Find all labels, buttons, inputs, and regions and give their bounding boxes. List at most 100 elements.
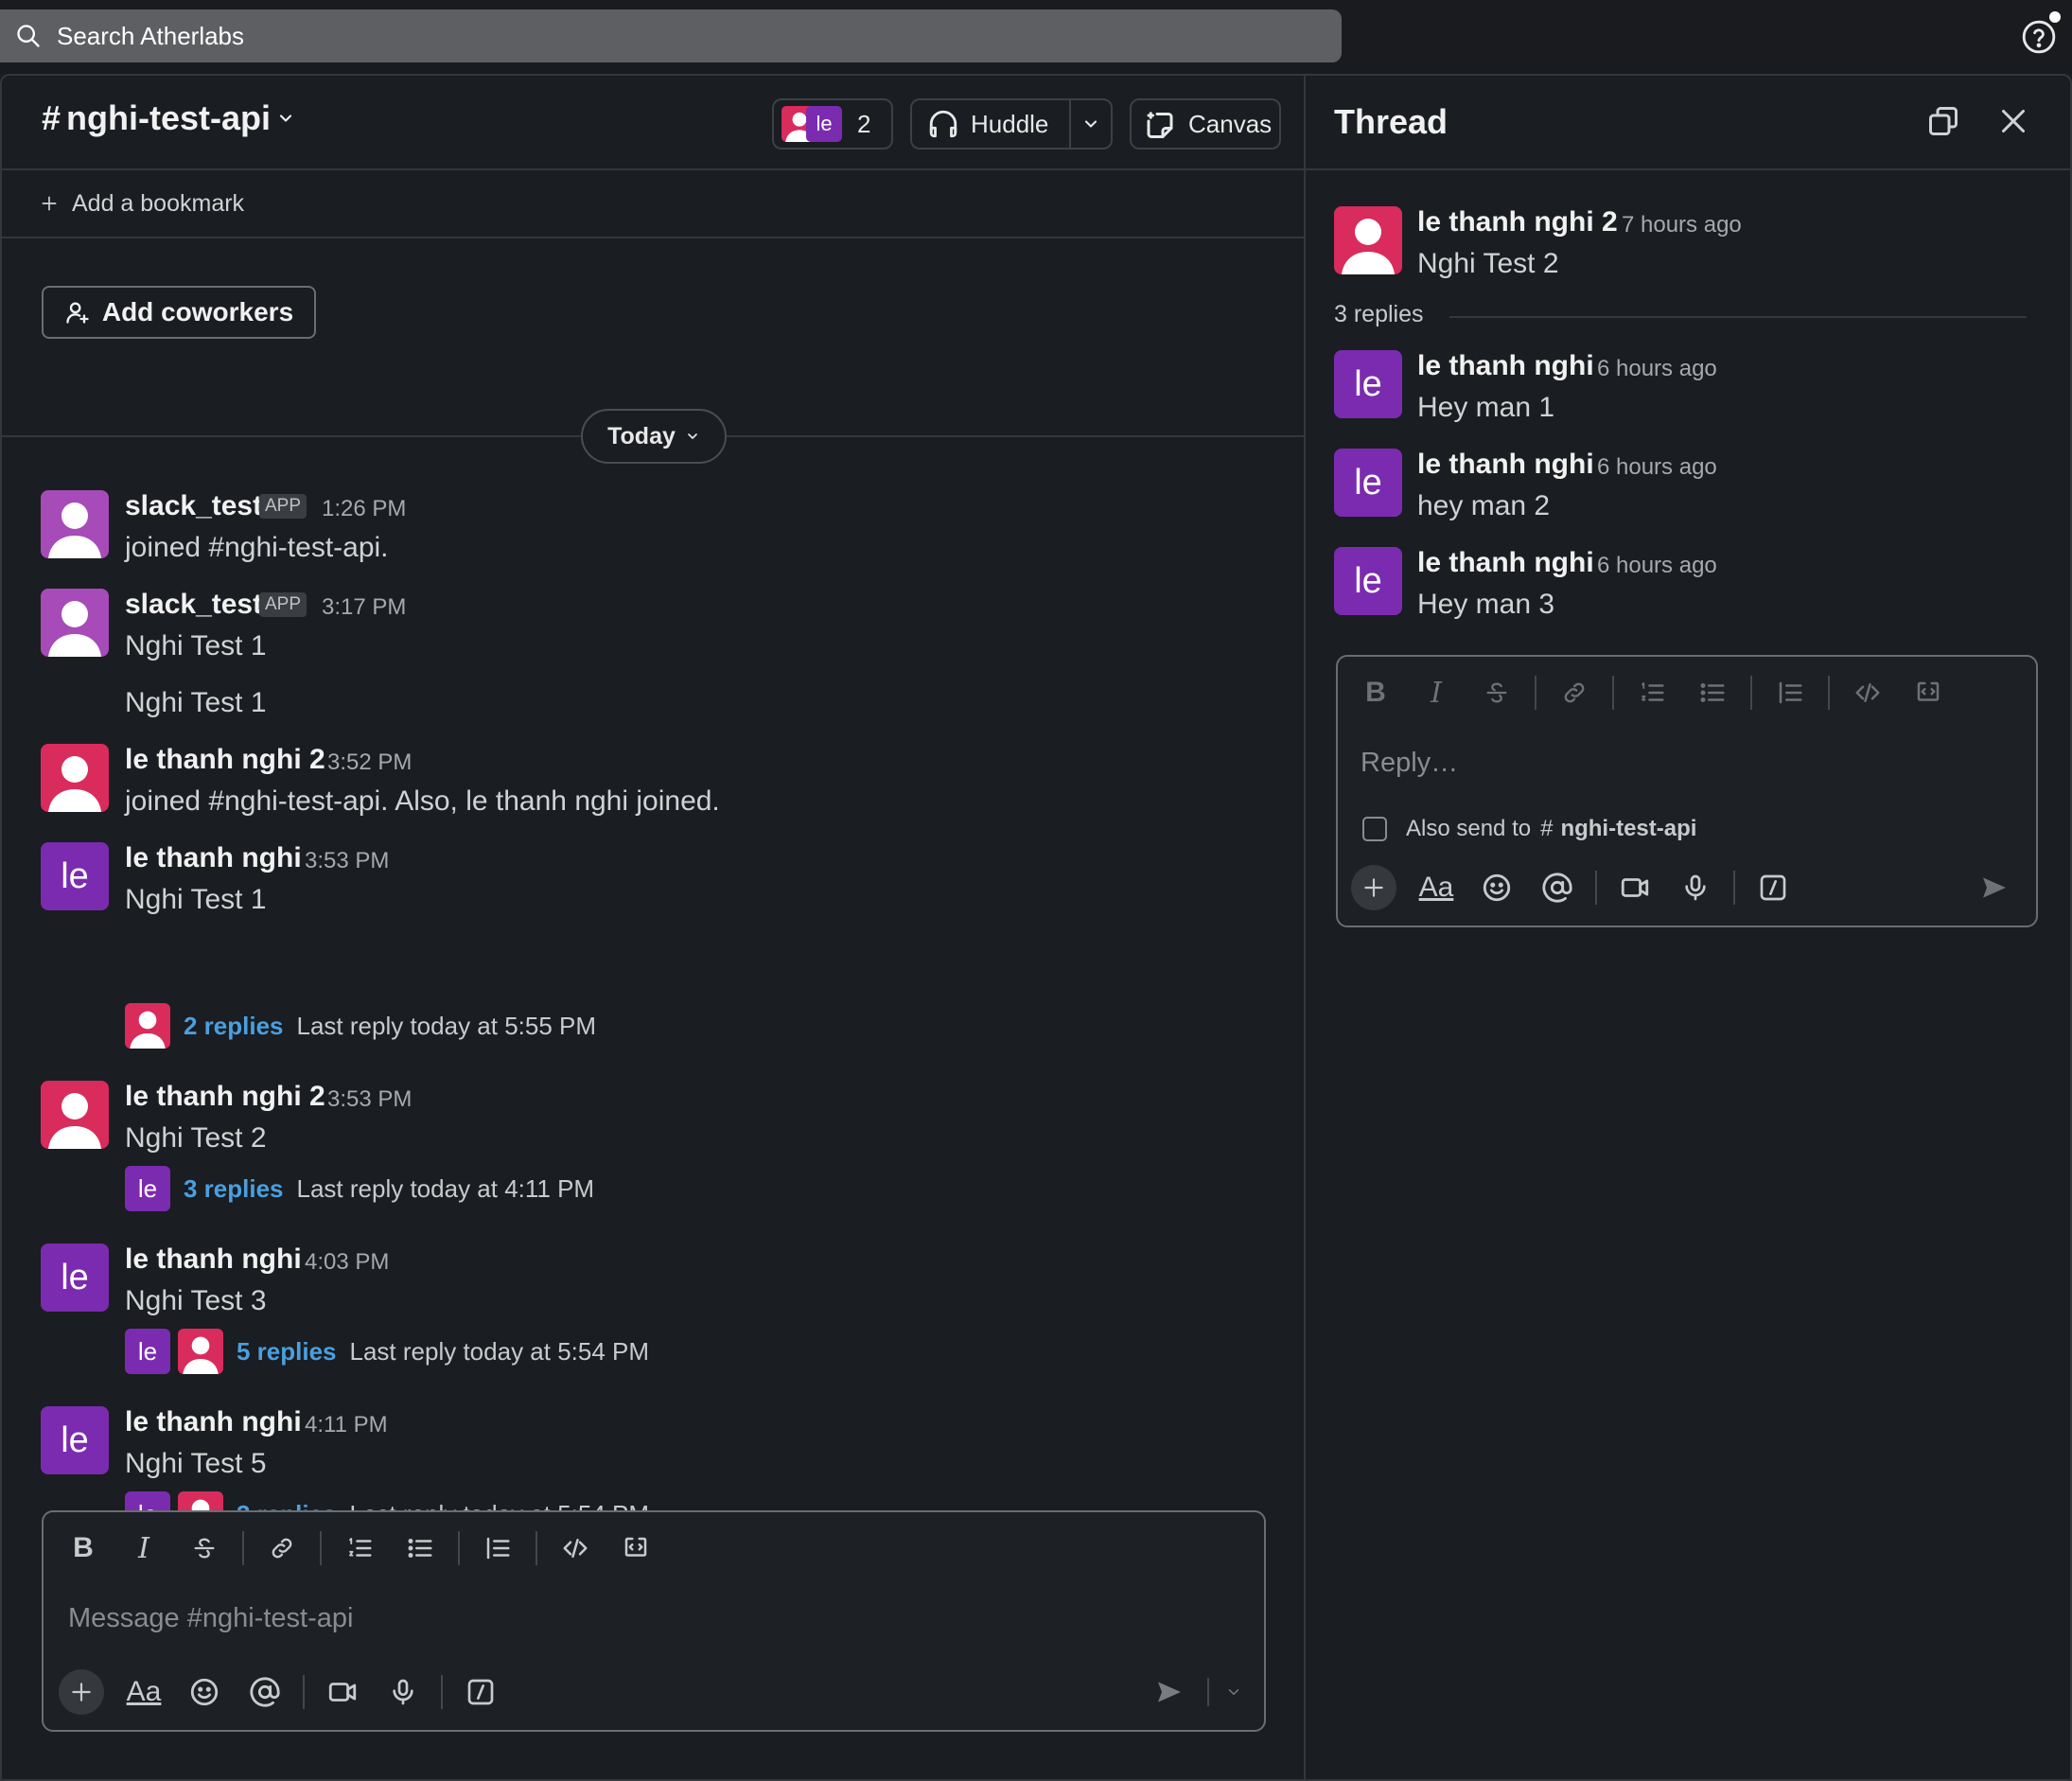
attach-button[interactable] bbox=[59, 1669, 104, 1715]
blockquote-button[interactable] bbox=[467, 1529, 528, 1567]
message-timestamp[interactable]: 4:03 PM bbox=[305, 1249, 389, 1276]
thread-replies[interactable]: le 3 replies Last reply today at 4:11 PM bbox=[125, 1166, 594, 1211]
canvas-button[interactable]: Canvas bbox=[1130, 98, 1281, 150]
add-coworkers-button[interactable]: Add coworkers bbox=[42, 286, 316, 339]
message-timestamp[interactable]: 3:52 PM bbox=[327, 749, 412, 776]
link-button[interactable] bbox=[1544, 674, 1605, 712]
numbered-list-button[interactable] bbox=[329, 1529, 390, 1567]
code-button[interactable] bbox=[545, 1529, 606, 1567]
channel-name: nghi-test-api bbox=[66, 98, 272, 137]
message-author[interactable]: le thanh nghi bbox=[1417, 449, 1594, 481]
message-timestamp[interactable]: 6 hours ago bbox=[1597, 553, 1717, 579]
thread-replies[interactable]: le 5 replies Last reply today at 5:54 PM bbox=[125, 1329, 649, 1374]
message-timestamp[interactable]: 4:11 PM bbox=[305, 1412, 388, 1438]
strikethrough-button[interactable] bbox=[1466, 674, 1527, 712]
bookmark-bar[interactable]: Add a bookmark bbox=[2, 170, 1304, 238]
search-bar[interactable]: Search Atherlabs bbox=[0, 9, 1342, 62]
message-author[interactable]: le thanh nghi 2 bbox=[1417, 206, 1618, 238]
audio-button[interactable] bbox=[1665, 865, 1726, 910]
avatar[interactable] bbox=[1334, 206, 1402, 274]
message-timestamp[interactable]: 3:53 PM bbox=[327, 1086, 412, 1113]
message-author[interactable]: le thanh nghi bbox=[125, 842, 302, 874]
thread-title: Thread bbox=[1334, 102, 1449, 141]
code-button[interactable] bbox=[1837, 674, 1898, 712]
shortcuts-button[interactable] bbox=[450, 1669, 511, 1715]
message-timestamp[interactable]: 1:26 PM bbox=[322, 496, 406, 522]
text-style-button[interactable]: Aa bbox=[1406, 865, 1466, 910]
message-timestamp[interactable]: 6 hours ago bbox=[1597, 454, 1717, 481]
message-author[interactable]: le thanh nghi bbox=[125, 1406, 302, 1438]
huddle-button[interactable]: Huddle bbox=[910, 98, 1113, 150]
text-style-button[interactable]: Aa bbox=[114, 1669, 174, 1715]
message-author[interactable]: le thanh nghi 2 bbox=[125, 744, 325, 776]
channel-title[interactable]: # nghi-test-api bbox=[42, 98, 295, 138]
message-author[interactable]: le thanh nghi bbox=[1417, 547, 1594, 579]
message-timestamp[interactable]: 3:53 PM bbox=[305, 848, 389, 874]
message-author[interactable]: le thanh nghi bbox=[1417, 350, 1594, 382]
avatar[interactable] bbox=[41, 1081, 109, 1149]
bold-button[interactable]: B bbox=[53, 1529, 114, 1567]
replies-link[interactable]: 2 replies bbox=[184, 1012, 284, 1041]
send-options-button[interactable] bbox=[1217, 1669, 1251, 1715]
bold-button[interactable]: B bbox=[1345, 674, 1406, 712]
send-button[interactable] bbox=[1139, 1669, 1200, 1715]
link-button[interactable] bbox=[252, 1529, 312, 1567]
avatar[interactable]: le bbox=[1334, 547, 1402, 615]
add-bookmark-label: Add a bookmark bbox=[72, 189, 245, 217]
send-button[interactable] bbox=[1964, 865, 2025, 910]
members-button[interactable]: le 2 bbox=[772, 98, 893, 150]
emoji-button[interactable] bbox=[174, 1669, 235, 1715]
link-icon bbox=[1564, 682, 1585, 703]
date-jump-button[interactable]: Today bbox=[581, 409, 727, 464]
message-timestamp[interactable]: 7 hours ago bbox=[1622, 212, 1742, 238]
italic-button[interactable]: I bbox=[114, 1529, 174, 1567]
also-send-option[interactable]: Also send to # nghi-test-api bbox=[1362, 816, 1696, 842]
avatar[interactable] bbox=[41, 589, 109, 657]
message-author[interactable]: slack_test bbox=[125, 490, 262, 522]
also-send-label: Also send to bbox=[1406, 816, 1532, 841]
popout-icon[interactable] bbox=[1926, 104, 1960, 138]
avatar[interactable]: le bbox=[1334, 449, 1402, 517]
code-block-button[interactable] bbox=[1898, 674, 1958, 712]
avatar[interactable] bbox=[41, 490, 109, 558]
help-icon[interactable] bbox=[2021, 19, 2057, 55]
message-input[interactable]: Message #nghi-test-api bbox=[68, 1603, 353, 1634]
app-badge: APP bbox=[259, 592, 307, 617]
code-block-button[interactable] bbox=[606, 1529, 666, 1567]
italic-button[interactable]: I bbox=[1406, 674, 1466, 712]
avatar[interactable]: le bbox=[41, 842, 109, 910]
start-huddle[interactable]: Huddle bbox=[912, 100, 1072, 148]
message-timestamp[interactable]: 6 hours ago bbox=[1597, 356, 1717, 382]
bulleted-list-button[interactable] bbox=[390, 1529, 450, 1567]
numbered-list-button[interactable] bbox=[1622, 674, 1682, 712]
thread-replies[interactable]: 2 replies Last reply today at 5:55 PM bbox=[125, 1003, 596, 1049]
attach-button[interactable] bbox=[1351, 865, 1396, 910]
also-send-checkbox[interactable] bbox=[1362, 817, 1387, 841]
message-author[interactable]: le thanh nghi 2 bbox=[125, 1081, 325, 1113]
blockquote-button[interactable] bbox=[1760, 674, 1820, 712]
reply-composer[interactable]: B I Reply… Also send to # nghi-test-api … bbox=[1336, 655, 2038, 927]
huddle-options[interactable] bbox=[1071, 115, 1111, 133]
avatar[interactable]: le bbox=[41, 1243, 109, 1312]
shortcuts-button[interactable] bbox=[1743, 865, 1803, 910]
message-author[interactable]: le thanh nghi bbox=[125, 1243, 302, 1276]
close-icon[interactable] bbox=[1996, 104, 2030, 138]
strikethrough-button[interactable] bbox=[174, 1529, 235, 1567]
message-timestamp[interactable]: 3:17 PM bbox=[322, 594, 406, 621]
video-button[interactable] bbox=[1605, 865, 1665, 910]
audio-button[interactable] bbox=[373, 1669, 433, 1715]
avatar[interactable] bbox=[41, 744, 109, 812]
message-author[interactable]: slack_test bbox=[125, 589, 262, 621]
reply-input[interactable]: Reply… bbox=[1361, 748, 1458, 779]
avatar[interactable]: le bbox=[41, 1406, 109, 1474]
replies-link[interactable]: 5 replies bbox=[237, 1337, 337, 1367]
bulleted-list-button[interactable] bbox=[1682, 674, 1743, 712]
replies-link[interactable]: 3 replies bbox=[184, 1174, 284, 1204]
headphones-icon bbox=[927, 108, 959, 140]
mention-button[interactable] bbox=[235, 1669, 295, 1715]
message-composer[interactable]: B I Message #nghi-test-api Aa bbox=[42, 1510, 1266, 1732]
avatar[interactable]: le bbox=[1334, 350, 1402, 418]
video-button[interactable] bbox=[312, 1669, 373, 1715]
mention-button[interactable] bbox=[1527, 865, 1588, 910]
emoji-button[interactable] bbox=[1466, 865, 1527, 910]
